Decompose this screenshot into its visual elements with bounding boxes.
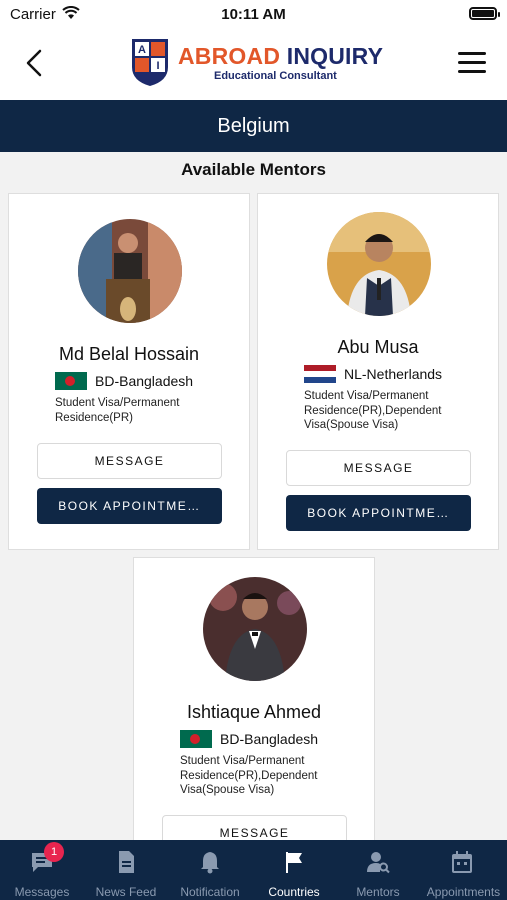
- back-arrow-icon[interactable]: [20, 48, 50, 78]
- tab-label: Appointments: [426, 885, 501, 899]
- bottom-tab-bar: 1 Messages News Feed Notification Countr…: [0, 840, 507, 900]
- document-icon: [119, 851, 134, 873]
- tab-countries[interactable]: Countries: [252, 840, 336, 900]
- bangladesh-flag-icon: [55, 372, 87, 390]
- tab-mentors[interactable]: Mentors: [336, 840, 420, 900]
- mentor-name: Md Belal Hossain: [58, 344, 200, 364]
- mentor-name: Ishtiaque Ahmed: [186, 702, 322, 722]
- messages-badge: 1: [44, 842, 64, 862]
- logo-letter-i: I: [156, 60, 159, 72]
- message-button[interactable]: MESSAGE: [286, 450, 471, 486]
- brand-part-abroad: ABROAD: [178, 43, 287, 69]
- mentor-name: Abu Musa: [337, 337, 419, 357]
- section-title: Available Mentors: [181, 160, 326, 179]
- mentor-avatar[interactable]: [78, 219, 182, 323]
- message-button[interactable]: MESSAGE: [37, 443, 222, 479]
- tab-news-feed[interactable]: News Feed: [84, 840, 168, 900]
- clock: 10:11 AM: [221, 6, 286, 23]
- logo-letter-a: A: [138, 44, 146, 56]
- mentor-country-label: NL-Netherlands: [344, 366, 443, 382]
- app-logo: A I ABROAD INQUIRY Educational Consultan…: [130, 37, 390, 91]
- mentor-services: Student Visa/Permanent Residence(PR),Dep…: [304, 390, 442, 431]
- tab-label: Countries: [268, 885, 320, 899]
- hamburger-menu-icon[interactable]: [458, 52, 486, 74]
- mentor-avatar[interactable]: [203, 577, 307, 681]
- tab-notification[interactable]: Notification: [168, 840, 252, 900]
- page-title: Belgium: [0, 100, 507, 152]
- mentor-card: Abu Musa NL-Netherlands Student Visa/Per…: [257, 193, 499, 550]
- netherlands-flag-icon: [304, 365, 336, 383]
- brand-name: ABROAD INQUIRY: [178, 43, 383, 70]
- bangladesh-flag-icon: [180, 730, 212, 748]
- book-appointment-button[interactable]: BOOK APPOINTME…: [37, 488, 222, 524]
- mentor-services: Student Visa/Permanent Residence(PR),Dep…: [180, 755, 318, 796]
- status-bar: Carrier 10:11 AM: [0, 0, 507, 28]
- app-header: A I ABROAD INQUIRY Educational Consultan…: [0, 28, 507, 100]
- book-appointment-button[interactable]: BOOK APPOINTME…: [286, 495, 471, 531]
- mentor-search-icon: [367, 852, 390, 874]
- mentor-country-label: BD-Bangladesh: [220, 731, 319, 747]
- mentor-country: BD-Bangladesh: [55, 372, 193, 390]
- calendar-icon: [452, 851, 472, 873]
- mentor-country: NL-Netherlands: [304, 365, 442, 383]
- tab-messages[interactable]: 1 Messages: [0, 840, 84, 900]
- battery-icon: [469, 7, 500, 20]
- tab-label: Mentors: [356, 885, 400, 899]
- mentor-avatar[interactable]: [327, 212, 431, 316]
- tab-appointments[interactable]: Appointments: [420, 840, 507, 900]
- tab-label: Notification: [180, 885, 240, 899]
- mentor-card: Md Belal Hossain BD-Bangladesh Student V…: [8, 193, 250, 550]
- brand-tagline: Educational Consultant: [214, 70, 337, 82]
- brand-part-inquiry: INQUIRY: [286, 43, 384, 69]
- shield-logo-icon: A I: [132, 39, 168, 86]
- mentor-card: Ishtiaque Ahmed BD-Bangladesh Student Vi…: [133, 557, 375, 847]
- mentor-country-label: BD-Bangladesh: [95, 373, 194, 389]
- tab-label: Messages: [14, 885, 70, 899]
- mentor-country: BD-Bangladesh: [180, 730, 318, 748]
- mentor-services: Student Visa/Permanent Residence(PR): [55, 397, 180, 424]
- tab-label: News Feed: [95, 885, 157, 899]
- flag-icon: [286, 852, 302, 873]
- bell-icon: [201, 852, 219, 874]
